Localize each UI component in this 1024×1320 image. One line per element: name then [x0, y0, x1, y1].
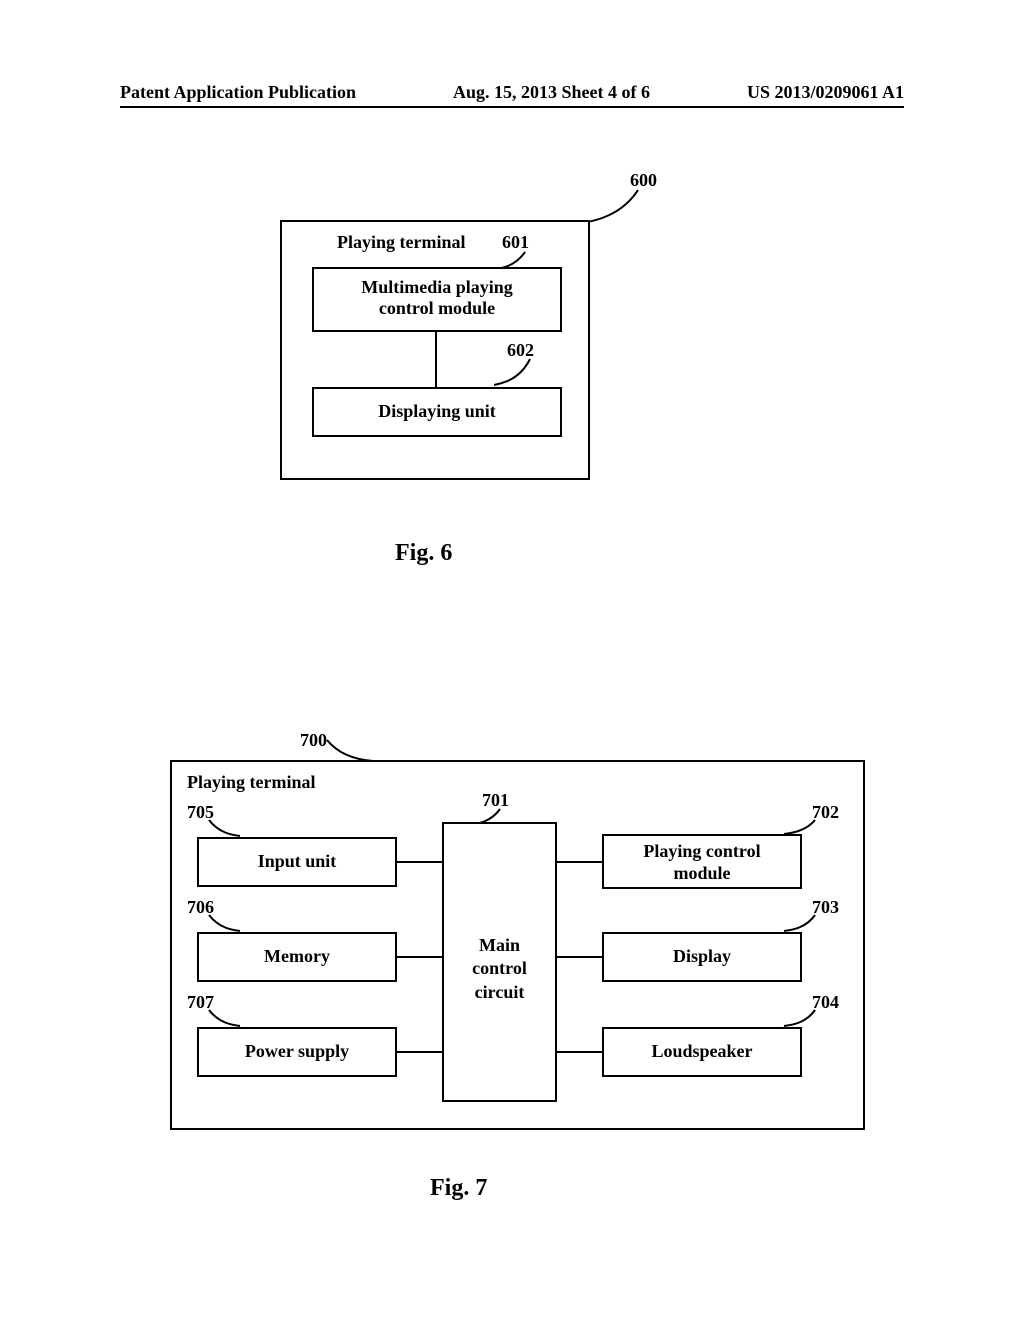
conn-705-701	[397, 861, 442, 863]
fig7-block-701: Main control circuit	[442, 822, 557, 1102]
conn-706-701	[397, 956, 442, 958]
fig6-outer-title: Playing terminal	[337, 232, 466, 253]
page-header: Patent Application Publication Aug. 15, …	[0, 82, 1024, 103]
block-703-text: Display	[673, 946, 731, 966]
fig6-block-602: Displaying unit	[312, 387, 562, 437]
block-701-line1: Main	[444, 934, 555, 957]
caption-fig7: Fig. 7	[430, 1175, 487, 1202]
fig7-outer-box: Playing terminal 701 Main control circui…	[170, 760, 865, 1130]
header-center: Aug. 15, 2013 Sheet 4 of 6	[453, 82, 650, 103]
header-right: US 2013/0209061 A1	[747, 82, 904, 103]
block-705-text: Input unit	[258, 851, 337, 871]
figure-7: 700 Playing terminal 701 Main control ci…	[170, 730, 870, 1160]
conn-707-701	[397, 1051, 442, 1053]
header-rule	[120, 106, 904, 108]
fig6-connector	[435, 332, 437, 387]
fig7-block-706: Memory	[197, 932, 397, 982]
block-601-line1: Multimedia playing	[314, 277, 560, 298]
block-601-line2: control module	[314, 298, 560, 319]
block-701-line2: control	[444, 957, 555, 980]
leader-706	[207, 913, 242, 933]
fig6-outer-box: Playing terminal 601 Multimedia playing …	[280, 220, 590, 480]
conn-703-701	[557, 956, 602, 958]
leader-707	[207, 1008, 242, 1028]
fig7-block-704: Loudspeaker	[602, 1027, 802, 1077]
block-704-text: Loudspeaker	[651, 1041, 752, 1061]
caption-fig6: Fig. 6	[395, 540, 452, 567]
leader-602	[492, 357, 532, 387]
block-702-line1: Playing control	[604, 841, 800, 863]
leader-705	[207, 818, 242, 838]
header-left: Patent Application Publication	[120, 82, 356, 103]
block-701-line3: circuit	[444, 981, 555, 1004]
conn-702-701	[557, 861, 602, 863]
fig6-block-601: Multimedia playing control module	[312, 267, 562, 332]
leader-704	[782, 1008, 817, 1028]
fig7-outer-title: Playing terminal	[187, 772, 316, 793]
leader-703	[782, 913, 817, 933]
figure-6: 600 Playing terminal 601 Multimedia play…	[260, 170, 780, 540]
block-707-text: Power supply	[245, 1041, 349, 1061]
ref-700: 700	[300, 730, 327, 751]
block-706-text: Memory	[264, 946, 330, 966]
fig7-block-703: Display	[602, 932, 802, 982]
fig7-block-702: Playing control module	[602, 834, 802, 889]
block-702-line2: module	[604, 863, 800, 885]
fig7-block-707: Power supply	[197, 1027, 397, 1077]
fig7-block-705: Input unit	[197, 837, 397, 887]
block-602-text: Displaying unit	[378, 401, 496, 421]
conn-704-701	[557, 1051, 602, 1053]
